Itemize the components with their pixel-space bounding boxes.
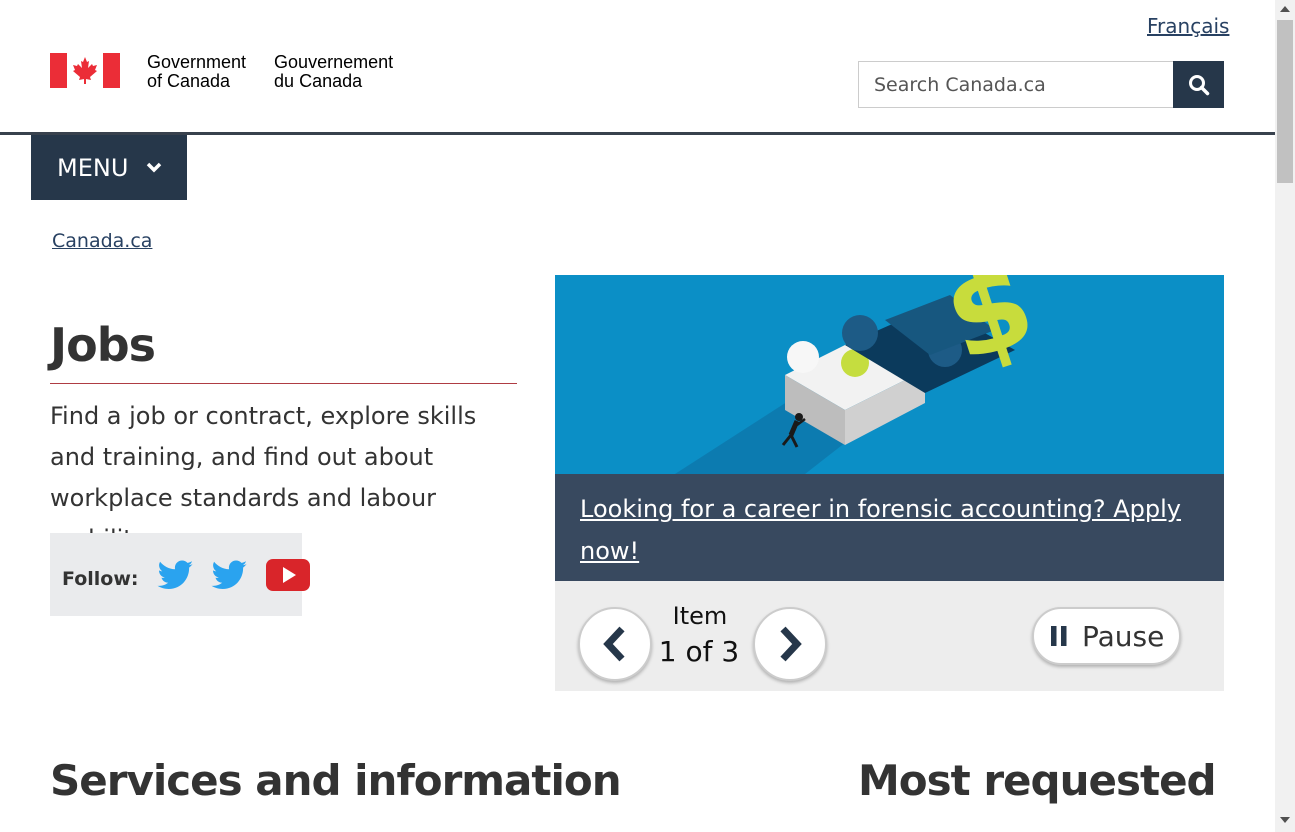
page-scrollbar[interactable] xyxy=(1275,0,1295,832)
carousel-next-button[interactable] xyxy=(753,607,827,681)
carousel: $ Looking for a career in forensic accou… xyxy=(555,275,1224,691)
scroll-down-arrow-icon[interactable] xyxy=(1280,817,1290,823)
pause-icon xyxy=(1050,625,1068,647)
carousel-previous-button[interactable] xyxy=(578,607,652,681)
carousel-pause-button[interactable]: Pause xyxy=(1032,607,1181,665)
signature-fr-line2: du Canada xyxy=(274,71,363,91)
signature-en-line2: of Canada xyxy=(147,71,231,91)
pause-label: Pause xyxy=(1082,619,1165,653)
follow-bar: Follow: xyxy=(50,533,310,616)
carousel-controls: Item 1 of 3 Pause xyxy=(555,581,1224,691)
scroll-up-arrow-icon[interactable] xyxy=(1280,6,1290,12)
chevron-right-icon xyxy=(780,626,802,662)
carousel-image[interactable]: $ xyxy=(555,275,1224,474)
search-button[interactable] xyxy=(1173,61,1224,108)
canada-flag-icon xyxy=(50,53,120,88)
menu-button[interactable]: MENU xyxy=(31,135,187,200)
follow-label: Follow: xyxy=(62,567,139,590)
signature-french: Gouvernement du Canada xyxy=(274,53,393,91)
chevron-left-icon xyxy=(603,626,625,662)
carousel-item-label: Item xyxy=(672,602,728,630)
carousel-caption-link[interactable]: Looking for a career in forensic account… xyxy=(580,495,1181,565)
youtube-icon[interactable] xyxy=(265,557,311,593)
most-requested-heading: Most requested xyxy=(858,756,1217,805)
search-input[interactable] xyxy=(858,61,1173,108)
search-form xyxy=(858,61,1224,108)
services-heading: Services and information xyxy=(50,756,622,805)
carousel-item-count: 1 of 3 xyxy=(658,635,740,668)
title-underline xyxy=(50,383,517,384)
chevron-down-icon xyxy=(147,162,162,173)
signature-english: Government of Canada xyxy=(147,53,246,91)
carousel-caption: Looking for a career in forensic account… xyxy=(555,474,1224,581)
signature-fr-line1: Gouvernement xyxy=(274,52,394,72)
search-icon xyxy=(1188,74,1209,95)
twitter-icon[interactable] xyxy=(157,559,195,591)
twitter-icon[interactable] xyxy=(211,559,249,591)
breadcrumb-canada-link[interactable]: Canada.ca xyxy=(52,230,152,252)
language-toggle-link[interactable]: Français xyxy=(1147,14,1229,38)
signature-en-line1: Government xyxy=(147,52,247,72)
government-signature[interactable]: Government of Canada Gouvernement du Can… xyxy=(50,53,393,91)
scrollbar-thumb[interactable] xyxy=(1277,20,1293,183)
menu-label: MENU xyxy=(57,153,129,182)
header-divider xyxy=(0,132,1275,135)
page-title: Jobs xyxy=(50,318,156,372)
